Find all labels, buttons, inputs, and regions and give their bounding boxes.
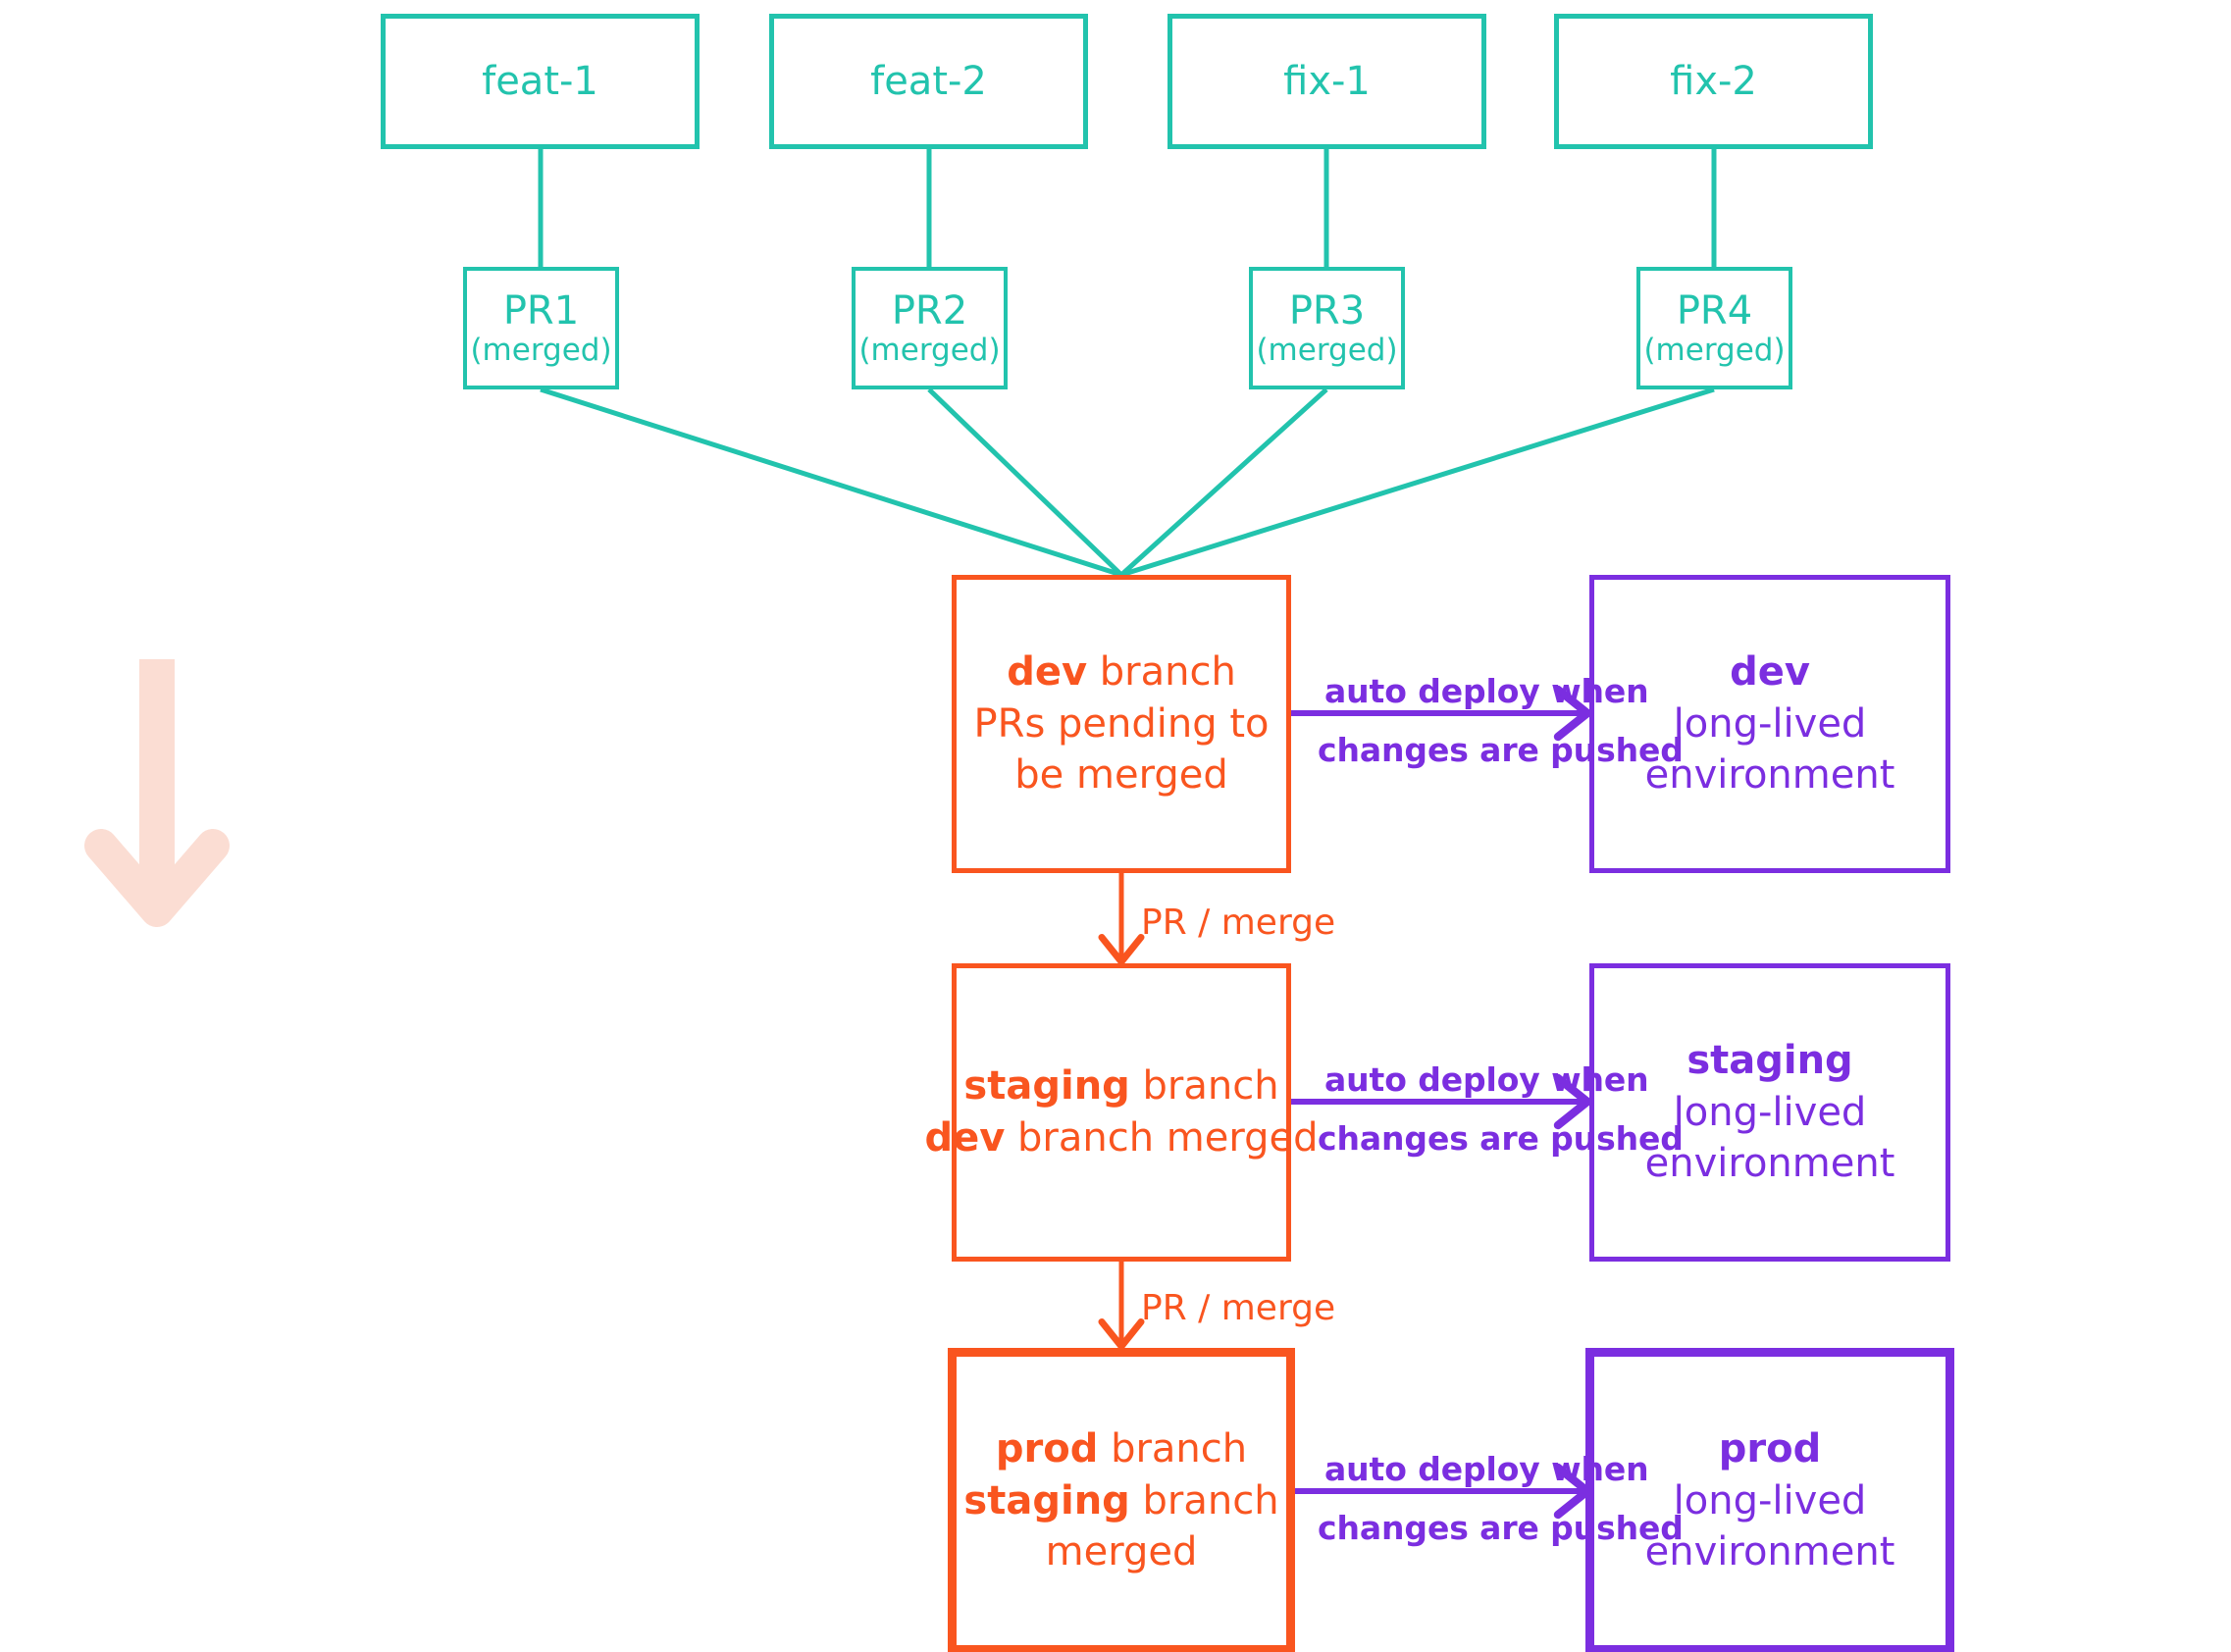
environment-sub-line1: long-lived xyxy=(1673,1477,1867,1523)
edge-label-dev-deploy-top: auto deploy when xyxy=(1324,672,1649,710)
pull-request-node-4[interactable]: PR4 (merged) xyxy=(1636,267,1792,389)
git-branch-detail: dev branch merged xyxy=(924,1112,1318,1164)
pull-request-title: PR1 xyxy=(502,287,580,334)
git-branch-suffix: branch xyxy=(1087,648,1236,695)
feature-branch-label: feat-2 xyxy=(870,59,987,104)
feature-to-pr-connectors xyxy=(538,149,1717,267)
pull-request-title: PR3 xyxy=(1288,287,1366,334)
feature-branch-label: fix-2 xyxy=(1670,59,1757,104)
downward-flow-arrow xyxy=(84,659,230,927)
git-branch-detail-line2: be merged xyxy=(1014,752,1228,799)
edge-label-dev-deploy-bottom: changes are pushed xyxy=(1318,731,1684,769)
edge-label-prod-deploy-bottom: changes are pushed xyxy=(1318,1509,1684,1547)
git-branch-detail-line2: merged xyxy=(1045,1529,1198,1575)
git-branch-node-prod[interactable]: prod branch staging branch merged xyxy=(948,1348,1295,1652)
feature-branch-node-3[interactable]: fix-1 xyxy=(1167,14,1486,149)
git-branch-node-dev[interactable]: dev branch PRs pending to be merged xyxy=(952,575,1291,873)
git-branch-title: staging branch xyxy=(963,1060,1278,1112)
environment-name: staging xyxy=(1686,1037,1853,1083)
diagram-canvas: feat-1 feat-2 fix-1 fix-2 PR1 (merged) P… xyxy=(0,0,2231,1652)
edge-label-staging-deploy-bottom: changes are pushed xyxy=(1318,1119,1684,1158)
feature-branch-label: feat-1 xyxy=(482,59,598,104)
edge-label-prod-deploy-top: auto deploy when xyxy=(1324,1450,1649,1488)
edge-label-staging-deploy-top: auto deploy when xyxy=(1324,1060,1649,1099)
git-branch-name: dev xyxy=(1007,648,1088,695)
git-branch-detail-line1: PRs pending to xyxy=(973,700,1270,747)
pull-request-node-3[interactable]: PR3 (merged) xyxy=(1249,267,1405,389)
pull-request-status: (merged) xyxy=(470,332,612,368)
pr-to-dev-connectors xyxy=(540,387,1715,578)
edge-label-dev-to-staging: PR / merge xyxy=(1141,903,1336,943)
environment-node-staging[interactable]: staging long-lived environment xyxy=(1589,963,1950,1262)
environment-sub-line1: long-lived xyxy=(1673,700,1867,747)
environment-node-dev[interactable]: dev long-lived environment xyxy=(1589,575,1950,873)
pull-request-status: (merged) xyxy=(1256,332,1398,368)
feature-branch-node-2[interactable]: feat-2 xyxy=(769,14,1088,149)
pull-request-node-2[interactable]: PR2 (merged) xyxy=(852,267,1008,389)
pull-request-title: PR4 xyxy=(1676,287,1753,334)
git-branch-detail: staging branch xyxy=(963,1475,1278,1527)
environment-name: prod xyxy=(1718,1425,1822,1471)
git-branch-name: staging xyxy=(963,1063,1130,1110)
environment-node-prod[interactable]: prod long-lived environment xyxy=(1585,1348,1954,1652)
git-branch-suffix: branch xyxy=(1098,1425,1248,1471)
pull-request-title: PR2 xyxy=(891,287,968,334)
feature-branch-node-1[interactable]: feat-1 xyxy=(381,14,700,149)
environment-name: dev xyxy=(1730,648,1810,695)
git-branch-node-staging[interactable]: staging branch dev branch merged xyxy=(924,963,1319,1262)
pull-request-node-1[interactable]: PR1 (merged) xyxy=(463,267,619,389)
git-branch-suffix: branch xyxy=(1129,1063,1279,1110)
git-branch-title: dev branch xyxy=(1007,646,1236,698)
git-branch-detail-bold: dev xyxy=(924,1115,1006,1161)
environment-sub-line1: long-lived xyxy=(1673,1089,1867,1135)
git-branch-detail-bold: staging xyxy=(963,1477,1130,1523)
git-branch-detail-line1: branch xyxy=(1129,1477,1279,1523)
git-branch-title: prod branch xyxy=(996,1423,1247,1475)
pull-request-status: (merged) xyxy=(1643,332,1786,368)
git-branch-name: prod xyxy=(995,1425,1099,1471)
git-branch-detail-line1: branch merged xyxy=(1005,1115,1319,1161)
feature-branch-label: fix-1 xyxy=(1283,59,1371,104)
edge-label-staging-to-prod: PR / merge xyxy=(1141,1288,1336,1328)
pull-request-status: (merged) xyxy=(858,332,1001,368)
feature-branch-node-4[interactable]: fix-2 xyxy=(1554,14,1873,149)
